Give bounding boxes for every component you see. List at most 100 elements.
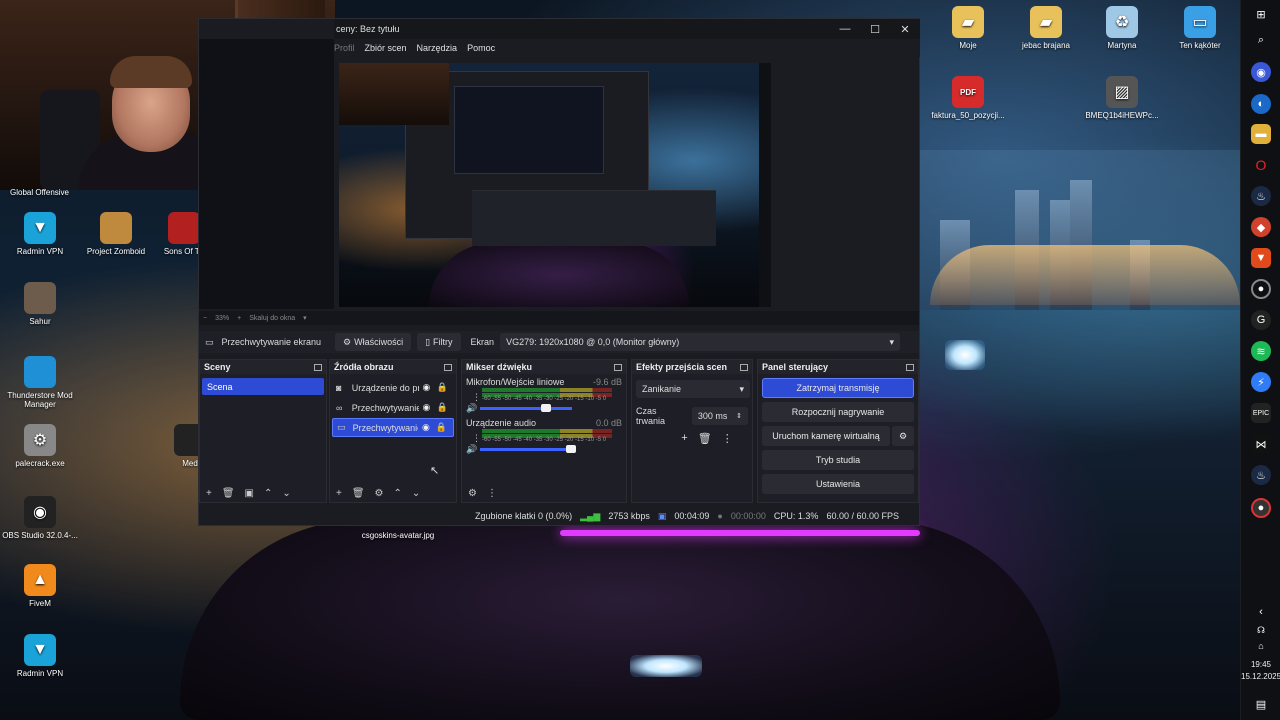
spin-arrows-icon[interactable]: ⇕	[736, 412, 742, 420]
recording-app-icon[interactable]: ●	[1251, 498, 1271, 518]
add-scene-icon[interactable]: +	[206, 488, 212, 499]
volume-slider[interactable]	[480, 403, 572, 412]
source-item[interactable]: ∞ Przechwytywanie ◉ 🔒	[332, 398, 454, 417]
add-source-icon[interactable]: +	[336, 488, 342, 499]
desktop-icon-r5[interactable]: ▨ BMEQ1b4iHEWPc...	[1082, 76, 1162, 120]
epic-games-icon[interactable]: EPIC	[1251, 403, 1271, 423]
studio-mode-button[interactable]: Tryb studia	[762, 450, 914, 470]
add-transition-icon[interactable]: +	[681, 432, 687, 445]
speaker-icon[interactable]: 🔊	[466, 444, 480, 455]
zoom-out-button[interactable]: −	[203, 315, 207, 322]
preview-canvas[interactable]	[339, 63, 771, 307]
steam-icon[interactable]: ♨	[1251, 186, 1271, 206]
menu-bar: Profil Zbiór scen Narzędzia Pomoc	[334, 39, 920, 57]
notification-icon[interactable]: ▤	[1251, 694, 1271, 714]
eye-icon[interactable]: ◉	[419, 402, 435, 413]
explorer-icon[interactable]: ▬	[1251, 124, 1271, 144]
opera-icon[interactable]: O	[1251, 155, 1271, 175]
stop-stream-button[interactable]: Zatrzymaj transmisję	[762, 378, 914, 398]
move-up-icon[interactable]: ⌃	[264, 488, 272, 499]
menu-profil[interactable]: Profil	[334, 43, 355, 53]
minimize-button[interactable]: —	[830, 19, 860, 39]
kebab-menu-icon[interactable]: ⋮	[722, 432, 733, 445]
zoom-in-button[interactable]: +	[237, 315, 241, 322]
windows-start-icon[interactable]: ⊞	[1251, 4, 1271, 24]
chevron-left-icon[interactable]: ‹	[1251, 602, 1271, 622]
lock-icon[interactable]: 🔒	[434, 402, 450, 413]
obs-titlebar[interactable]: ceny: Bez tytułu — ☐ ✕	[334, 19, 920, 39]
search-icon[interactable]: ⌕	[1251, 30, 1271, 50]
screen-select[interactable]: VG279: 1920x1080 @ 0,0 (Monitor główny) …	[500, 333, 901, 351]
source-properties-icon[interactable]: ⚙	[375, 488, 384, 499]
speaker-icon[interactable]: 🔊	[466, 403, 480, 414]
volume-slider[interactable]	[480, 444, 576, 453]
eye-icon[interactable]: ◉	[419, 382, 435, 393]
kebab-menu-icon[interactable]: ⋮	[472, 433, 481, 444]
chevron-down-icon[interactable]: ▾	[303, 314, 307, 322]
menu-narzedzia[interactable]: Narzędzia	[417, 43, 458, 53]
virtual-camera-settings-button[interactable]: ⚙	[892, 426, 914, 446]
app-g-icon[interactable]: G	[1251, 310, 1271, 330]
lock-icon[interactable]: 🔒	[434, 422, 449, 433]
source-item[interactable]: ◙ Urządzenie do pr ◉ 🔒	[332, 378, 454, 397]
app-icon[interactable]: ◆	[1251, 217, 1271, 237]
undock-icon[interactable]	[740, 363, 748, 371]
desktop-icon-r0[interactable]: ▰ Moje	[928, 6, 1008, 50]
desktop-icon-l0[interactable]: ▼ Radmin VPN	[0, 212, 80, 256]
filters-button[interactable]: ▯ Filtry	[417, 333, 461, 351]
transition-select[interactable]: Zanikanie ▾	[636, 380, 750, 398]
maximize-button[interactable]: ☐	[860, 19, 890, 39]
start-recording-button[interactable]: Rozpocznij nagrywanie	[762, 402, 914, 422]
move-down-icon[interactable]: ⌄	[412, 488, 420, 499]
desktop-icon-l10[interactable]: ▼ Radmin VPN	[0, 634, 80, 678]
desktop-icon-l6[interactable]: ⚙ palecrack.exe	[0, 424, 80, 468]
obs-taskbar-icon[interactable]: ●	[1251, 279, 1271, 299]
close-button[interactable]: ✕	[890, 19, 920, 39]
remove-source-icon[interactable]: 🗑	[352, 488, 365, 499]
scene-item[interactable]: Scena	[202, 378, 324, 395]
capcut-icon[interactable]: ⋈	[1251, 434, 1271, 454]
undock-icon[interactable]	[614, 363, 622, 371]
source-item-selected[interactable]: ▭ Przechwytywanie ◉ 🔒	[332, 418, 454, 437]
taskbar-time[interactable]: 19:45	[1241, 660, 1280, 669]
duration-spinbox[interactable]: 300 ms ⇕	[691, 407, 748, 425]
eye-icon[interactable]: ◉	[418, 422, 433, 433]
move-down-icon[interactable]: ⌄	[282, 488, 290, 499]
desktop-icon-l3[interactable]: Sahur	[0, 282, 80, 326]
desktop-icon-l4[interactable]: Thunderstore Mod Manager	[0, 356, 80, 409]
record-icon: ●	[717, 511, 723, 521]
discord-icon[interactable]: ◉	[1251, 62, 1271, 82]
taskbar-date[interactable]: 15.12.2025	[1241, 672, 1280, 681]
start-virtual-camera-button[interactable]: Uruchom kamerę wirtualną	[762, 426, 890, 446]
steam-icon-2[interactable]: ♨	[1251, 465, 1271, 485]
remove-scene-icon[interactable]: 🗑	[222, 488, 235, 499]
properties-button[interactable]: ⚙ Właściwości	[335, 333, 412, 351]
edge-icon[interactable]: ◐	[1251, 94, 1271, 114]
menu-pomoc[interactable]: Pomoc	[467, 43, 495, 53]
messenger-icon[interactable]: ⚡	[1251, 372, 1271, 392]
image-icon: ▨	[1106, 76, 1138, 108]
fit-to-window[interactable]: Skaluj do okna	[249, 315, 295, 322]
desktop-icon-r3[interactable]: ▭ Ten kąkóter	[1160, 6, 1240, 50]
wallpaper-bridge	[930, 245, 1240, 305]
undock-icon[interactable]	[314, 363, 322, 371]
desktop-icon-l9[interactable]: ▲ FiveM	[0, 564, 80, 608]
desktop-icon-r2[interactable]: ♻ Martyna	[1082, 6, 1162, 50]
brave-icon[interactable]: ▼	[1251, 248, 1271, 268]
battery-icon[interactable]: ⌂	[1251, 636, 1271, 656]
lock-icon[interactable]: 🔒	[434, 382, 450, 393]
scene-filters-icon[interactable]: ▣	[245, 488, 254, 499]
kebab-menu-icon[interactable]: ⋮	[487, 488, 497, 499]
advanced-audio-icon[interactable]: ⚙	[468, 488, 477, 499]
desktop-icon-r4[interactable]: PDF faktura_50_pozycji...	[928, 76, 1008, 120]
move-up-icon[interactable]: ⌃	[394, 488, 402, 499]
menu-zbior-scen[interactable]: Zbiór scen	[365, 43, 407, 53]
settings-button[interactable]: Ustawienia	[762, 474, 914, 494]
kebab-menu-icon[interactable]: ⋮	[472, 392, 481, 403]
remove-transition-icon[interactable]: 🗑	[698, 432, 712, 445]
undock-icon[interactable]	[444, 363, 452, 371]
desktop-icon-r1[interactable]: ▰ jebac brajana	[1006, 6, 1086, 50]
undock-icon[interactable]	[906, 363, 914, 371]
desktop-icon-l7[interactable]: ◉ OBS Studio 32.0.4-...	[0, 496, 80, 540]
spotify-icon[interactable]: ≋	[1251, 341, 1271, 361]
